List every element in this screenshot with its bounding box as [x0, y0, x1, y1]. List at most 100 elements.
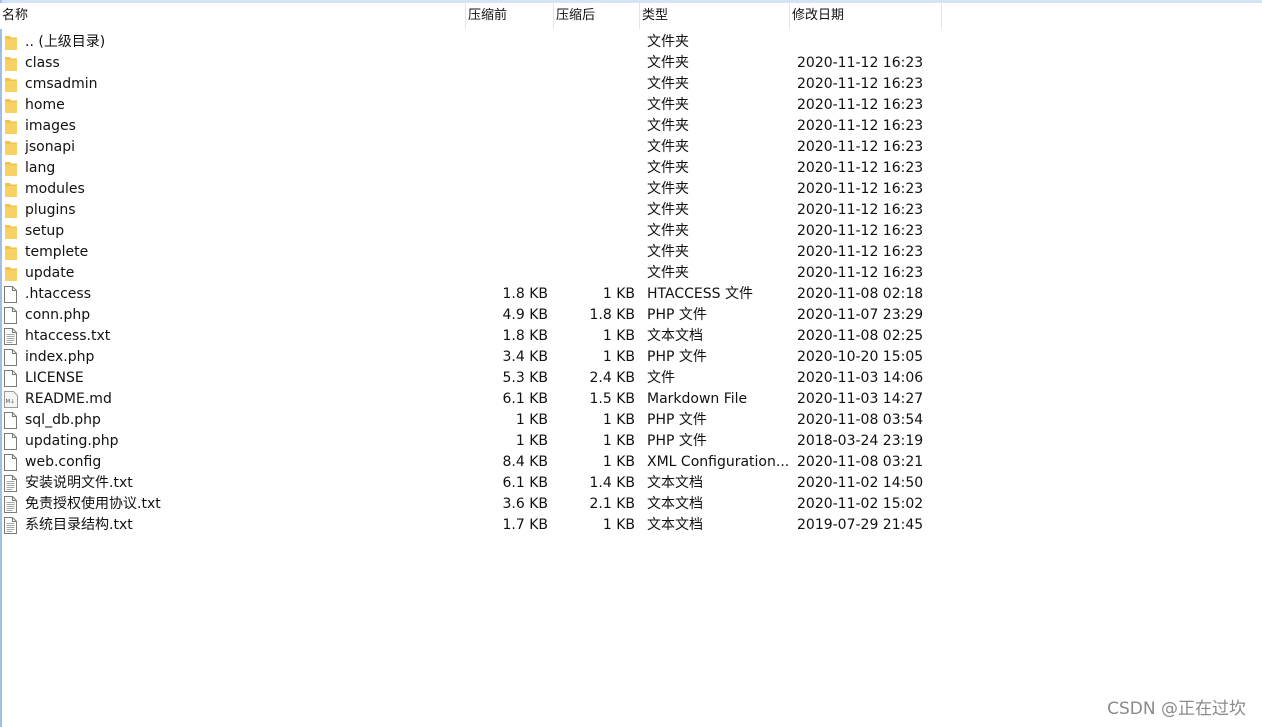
- file-modified-date: 2020-11-12 16:23: [797, 97, 924, 113]
- file-modified-date: 2020-11-12 16:23: [797, 223, 924, 239]
- file-type: PHP 文件: [647, 307, 707, 323]
- file-size-compressed: [466, 158, 548, 179]
- file-size-compressed: [466, 74, 548, 95]
- file-icon: [4, 452, 22, 473]
- file-row[interactable]: .. (上级目录) 文件夹: [0, 32, 1262, 53]
- file-size-uncompressed: 1.8 KB: [589, 307, 636, 323]
- file-row[interactable]: updating.php 1 KB 1 KB PHP 文件 2018-03-24 23:…: [0, 431, 1262, 452]
- file-type: 文本文档: [647, 496, 703, 512]
- file-size-compressed: 3.6 KB: [502, 496, 549, 512]
- file-modified-date: 2020-11-12 16:23: [797, 181, 924, 197]
- file-size-compressed: 1 KB: [515, 433, 548, 449]
- file-name: .htaccess: [25, 286, 91, 302]
- file-name: modules: [25, 181, 85, 197]
- file-size-compressed: [466, 263, 548, 284]
- file-row[interactable]: M↓ README.md 6.1 KB 1.5 KB Markdown File 2020…: [0, 389, 1262, 410]
- file-name: .. (上级目录): [25, 34, 106, 50]
- file-size-compressed: [466, 32, 548, 53]
- file-row[interactable]: templete 文件夹 2020-11-12 16:23: [0, 242, 1262, 263]
- file-name: 系统目录结构.txt: [25, 517, 133, 533]
- file-row[interactable]: LICENSE 5.3 KB 2.4 KB 文件 2020-11-03 14:06: [0, 368, 1262, 389]
- watermark: CSDN @正在过坎: [1107, 699, 1246, 719]
- file-name: updating.php: [25, 433, 119, 449]
- file-type: 文件夹: [647, 223, 689, 239]
- file-size-compressed: 1 KB: [515, 412, 548, 428]
- file-modified-date: 2020-11-12 16:23: [797, 76, 924, 92]
- file-name: plugins: [25, 202, 76, 218]
- file-row[interactable]: home 文件夹 2020-11-12 16:23: [0, 95, 1262, 116]
- file-row[interactable]: 免责授权使用协议.txt 3.6 KB 2.1 KB 文本文档 2020-11-02 1…: [0, 494, 1262, 515]
- file-size-uncompressed: [554, 32, 635, 53]
- file-size-uncompressed: 1 KB: [602, 412, 635, 428]
- file-size-compressed: [466, 179, 548, 200]
- file-size-uncompressed: 1 KB: [602, 433, 635, 449]
- file-size-compressed: [466, 221, 548, 242]
- file-size-uncompressed: [554, 137, 635, 158]
- file-size-compressed: 3.4 KB: [502, 349, 549, 365]
- file-row[interactable]: sql_db.php 1 KB 1 KB PHP 文件 2020-11-08 03:54: [0, 410, 1262, 431]
- file-size-uncompressed: [554, 95, 635, 116]
- file-row[interactable]: cmsadmin 文件夹 2020-11-12 16:23: [0, 74, 1262, 95]
- file-type: PHP 文件: [647, 349, 707, 365]
- file-row[interactable]: update 文件夹 2020-11-12 16:23: [0, 263, 1262, 284]
- file-size-compressed: [466, 116, 548, 137]
- file-size-uncompressed: 1 KB: [602, 286, 635, 302]
- file-row[interactable]: 系统目录结构.txt 1.7 KB 1 KB 文本文档 2019-07-29 21:45: [0, 515, 1262, 536]
- file-size-compressed: 1.7 KB: [502, 517, 549, 533]
- file-name: templete: [25, 244, 89, 260]
- file-name: LICENSE: [25, 370, 84, 386]
- file-row[interactable]: setup 文件夹 2020-11-12 16:23: [0, 221, 1262, 242]
- file-row[interactable]: class 文件夹 2020-11-12 16:23: [0, 53, 1262, 74]
- file-modified-date: 2018-03-24 23:19: [797, 433, 924, 449]
- file-name: jsonapi: [25, 139, 75, 155]
- file-icon: [4, 284, 22, 305]
- file-type: PHP 文件: [647, 433, 707, 449]
- folder-icon: [4, 221, 22, 242]
- column-header-modified[interactable]: 修改日期: [790, 3, 942, 29]
- column-header-name[interactable]: 名称: [0, 3, 466, 29]
- column-header-uncompressed[interactable]: 压缩后: [554, 3, 640, 29]
- file-modified-date: 2020-10-20 15:05: [797, 349, 924, 365]
- file-type: 文件夹: [647, 118, 689, 134]
- folder-icon: [4, 137, 22, 158]
- file-type: 文件夹: [647, 265, 689, 281]
- file-size-compressed: 4.9 KB: [502, 307, 549, 323]
- file-modified-date: 2020-11-08 02:18: [797, 286, 924, 302]
- file-row[interactable]: .htaccess 1.8 KB 1 KB HTACCESS 文件 2020-11-08…: [0, 284, 1262, 305]
- folder-icon: [4, 32, 22, 53]
- file-modified-date: 2020-11-02 15:02: [797, 496, 924, 512]
- file-modified-date: 2020-11-12 16:23: [797, 202, 924, 218]
- file-name: images: [25, 118, 76, 134]
- column-header-compressed[interactable]: 压缩前: [466, 3, 554, 29]
- file-size-uncompressed: [554, 116, 635, 137]
- column-header: 名称 压缩前 压缩后 类型 修改日期: [0, 3, 1262, 29]
- file-name: 安装说明文件.txt: [25, 475, 133, 491]
- column-header-type[interactable]: 类型: [640, 3, 790, 29]
- text-file-icon: [4, 326, 22, 347]
- file-size-compressed: [466, 242, 548, 263]
- folder-icon: [4, 200, 22, 221]
- file-size-uncompressed: [554, 158, 635, 179]
- file-type: 文本文档: [647, 517, 703, 533]
- file-row[interactable]: lang 文件夹 2020-11-12 16:23: [0, 158, 1262, 179]
- folder-icon: [4, 95, 22, 116]
- file-size-compressed: [466, 200, 548, 221]
- file-row[interactable]: web.config 8.4 KB 1 KB XML Configuration...…: [0, 452, 1262, 473]
- file-row[interactable]: jsonapi 文件夹 2020-11-12 16:23: [0, 137, 1262, 158]
- file-modified-date: 2020-11-12 16:23: [797, 160, 924, 176]
- file-modified-date: 2020-11-03 14:06: [797, 370, 924, 386]
- file-modified-date: 2020-11-08 03:21: [797, 454, 924, 470]
- file-row[interactable]: conn.php 4.9 KB 1.8 KB PHP 文件 2020-11-07 23:…: [0, 305, 1262, 326]
- file-icon: [4, 368, 22, 389]
- file-row[interactable]: htaccess.txt 1.8 KB 1 KB 文本文档 2020-11-08 02:…: [0, 326, 1262, 347]
- file-row[interactable]: images 文件夹 2020-11-12 16:23: [0, 116, 1262, 137]
- file-row[interactable]: plugins 文件夹 2020-11-12 16:23: [0, 200, 1262, 221]
- file-name: README.md: [25, 391, 112, 407]
- file-size-compressed: 1.8 KB: [502, 328, 549, 344]
- file-row[interactable]: 安装说明文件.txt 6.1 KB 1.4 KB 文本文档 2020-11-02 14:…: [0, 473, 1262, 494]
- file-name: update: [25, 265, 75, 281]
- file-row[interactable]: modules 文件夹 2020-11-12 16:23: [0, 179, 1262, 200]
- file-size-uncompressed: [554, 200, 635, 221]
- file-row[interactable]: index.php 3.4 KB 1 KB PHP 文件 2020-10-20 15:0…: [0, 347, 1262, 368]
- file-list: .. (上级目录) 文件夹 class 文件夹 2020-11-12 16:23 cmsa…: [0, 32, 1262, 536]
